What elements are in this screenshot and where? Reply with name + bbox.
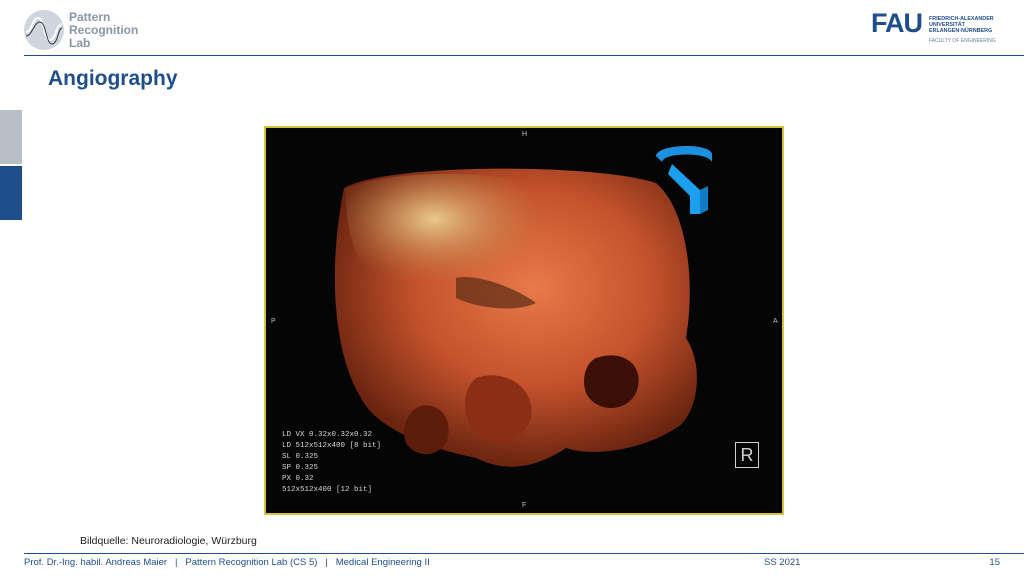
angiography-image: H P A F LD VX 0.32x0.32x0.32 LD 512x512x… [264, 126, 784, 515]
header-divider [24, 55, 1024, 56]
marker-right: A [773, 318, 778, 325]
marker-bottom: F [522, 502, 527, 509]
fau-mark: FAU [871, 8, 923, 38]
fau-faculty: FACULTY OF ENGINEERING [929, 38, 996, 44]
marker-left: P [271, 318, 276, 325]
orientation-cube-icon [656, 145, 712, 214]
marker-top: H [522, 131, 528, 138]
slide-header: Pattern Recognition Lab FAU FRIEDRICH-AL… [0, 0, 1024, 56]
fau-logo: FAU FRIEDRICH-ALEXANDER UNIVERSITÄT ERLA… [871, 10, 1001, 46]
slide-title: Angiography [48, 67, 178, 90]
overlay-line: LD 512x512x400 [8 bit] [282, 442, 382, 450]
footer-semester: SS 2021 [764, 557, 801, 568]
prl-logo-line-3: Lab [69, 36, 91, 50]
overlay-line: SP 0.325 [282, 464, 319, 472]
pattern-recognition-lab-logo: Pattern Recognition Lab [24, 10, 164, 52]
footer-divider [24, 553, 1024, 554]
footer-page-number: 15 [989, 557, 1000, 568]
footer-author-course: Prof. Dr.-Ing. habil. Andreas Maier | Pa… [24, 557, 430, 568]
image-caption: Bildquelle: Neuroradiologie, Würzburg [80, 535, 257, 547]
fau-line-3: ERLANGEN-NÜRNBERG [929, 28, 993, 34]
overlay-line: SL 0.325 [282, 453, 319, 461]
r-label-box: R [735, 442, 759, 468]
overlay-line: PX 0.32 [282, 475, 314, 483]
fau-university-name: FRIEDRICH-ALEXANDER UNIVERSITÄT ERLANGEN… [929, 16, 994, 34]
image-metadata-overlay: LD VX 0.32x0.32x0.32 LD 512x512x400 [8 b… [282, 430, 381, 496]
prl-logo-icon [24, 10, 64, 50]
overlay-line: 512x512x400 [12 bit] [282, 486, 373, 494]
overlay-line: LD VX 0.32x0.32x0.32 [282, 431, 373, 439]
side-tab-grey [0, 110, 22, 164]
prl-logo-text: Pattern Recognition Lab [69, 11, 138, 50]
side-tab-blue [0, 166, 22, 220]
